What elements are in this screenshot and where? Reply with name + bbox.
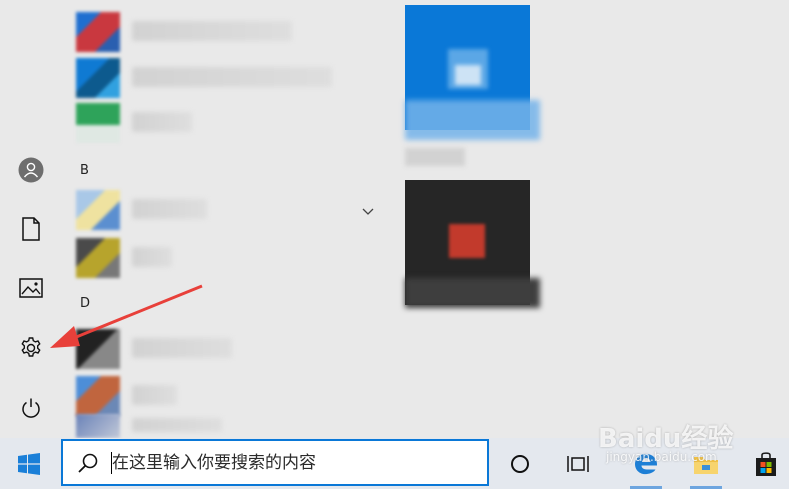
- app-icon: [76, 238, 120, 278]
- settings-button[interactable]: [11, 328, 51, 368]
- start-button[interactable]: [0, 438, 58, 489]
- group-letter-b[interactable]: B: [80, 163, 89, 178]
- cortana-circle-icon: [511, 454, 529, 473]
- app-icon: [76, 58, 120, 98]
- app-name-blurred: [132, 21, 292, 41]
- settings-gear-icon: [21, 337, 41, 357]
- list-item[interactable]: [76, 54, 346, 100]
- app-icon: [76, 414, 120, 438]
- app-list: [62, 0, 392, 438]
- app-name-blurred: [132, 418, 222, 432]
- group-letter-d[interactable]: D: [80, 296, 90, 311]
- store-button[interactable]: [742, 438, 789, 489]
- search-input[interactable]: [112, 452, 442, 473]
- app-name-blurred: [132, 247, 172, 267]
- start-menu: B D: [0, 0, 789, 438]
- app-name-blurred: [132, 67, 332, 87]
- task-view-icon: [567, 455, 589, 472]
- pictures-button[interactable]: [11, 268, 51, 308]
- file-explorer-icon: [694, 456, 718, 474]
- edge-browser-icon: [635, 453, 658, 474]
- start-left-rail: [0, 0, 62, 438]
- tile-logo-icon: [449, 224, 485, 258]
- user-account-button[interactable]: [11, 150, 51, 190]
- app-tile-dark[interactable]: [405, 180, 540, 308]
- list-item[interactable]: [76, 234, 346, 280]
- list-item[interactable]: [76, 410, 346, 438]
- documents-button[interactable]: [11, 209, 51, 249]
- app-icon: [76, 103, 120, 143]
- power-icon: [22, 398, 40, 418]
- search-icon: [78, 453, 98, 473]
- file-explorer-button[interactable]: [682, 438, 730, 489]
- list-item[interactable]: [76, 8, 346, 54]
- tile-label-blurred: [405, 148, 465, 166]
- edge-button[interactable]: [622, 438, 670, 489]
- app-tile-blue[interactable]: [405, 5, 540, 140]
- app-name-blurred: [132, 385, 177, 405]
- app-icon: [76, 329, 120, 369]
- taskbar-search-box[interactable]: [61, 439, 489, 486]
- store-icon: [756, 451, 776, 476]
- app-name-blurred: [132, 199, 207, 219]
- chevron-down-icon[interactable]: [360, 204, 376, 218]
- app-name-blurred: [132, 112, 192, 132]
- cortana-button[interactable]: [496, 438, 544, 489]
- app-name-blurred: [132, 338, 232, 358]
- list-item[interactable]: [76, 325, 346, 371]
- power-button[interactable]: [11, 388, 51, 428]
- taskbar: [0, 438, 789, 489]
- app-icon: [76, 190, 120, 230]
- pictures-icon: [19, 278, 43, 298]
- app-icon: [76, 12, 120, 52]
- list-item[interactable]: [76, 99, 346, 145]
- windows-start-icon: [18, 452, 40, 475]
- list-item[interactable]: [76, 186, 346, 232]
- document-icon: [22, 217, 40, 241]
- task-view-button[interactable]: [554, 438, 602, 489]
- user-icon: [18, 157, 44, 183]
